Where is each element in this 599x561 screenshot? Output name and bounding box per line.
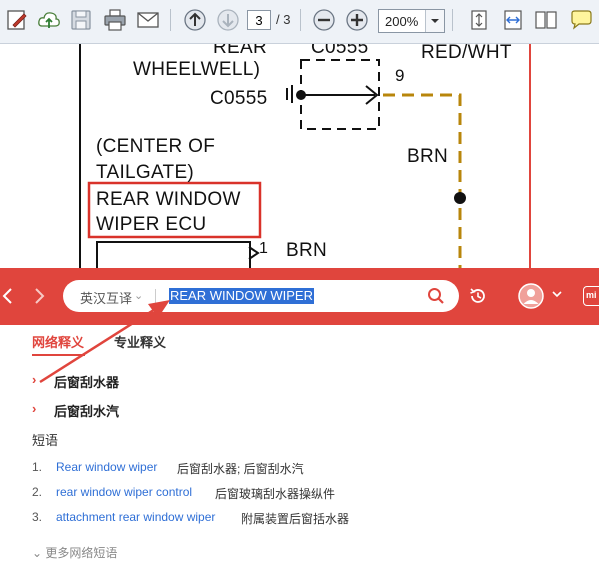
wiring-diagram	[79, 44, 531, 268]
mini-mode-button[interactable]: mi	[583, 286, 599, 306]
zoom-in-icon[interactable]	[344, 7, 370, 33]
search-box[interactable]: 英汉互译 ⌄ REAR WINDOW WIPER	[63, 280, 459, 312]
phrases-heading: 短语	[32, 433, 59, 448]
phrase-link[interactable]: Rear window wiper	[56, 460, 157, 474]
pdf-document-view[interactable]: REAR WHEELWELL) C0555 C0555 RED/WHT 9 (C…	[0, 44, 599, 268]
zoom-select[interactable]: 200%	[378, 9, 445, 33]
tab-professional-definitions[interactable]: 专业释义	[114, 332, 166, 351]
label-c0555-side: C0555	[210, 88, 268, 109]
page-number-input[interactable]: 3	[247, 10, 271, 30]
label-brn-right: BRN	[407, 146, 449, 167]
more-phrases-label: 更多网络短语	[45, 546, 118, 560]
language-mode-select[interactable]: 英汉互译	[80, 288, 132, 307]
dictionary-header: 英汉互译 ⌄ REAR WINDOW WIPER mi	[0, 268, 599, 325]
page-down-icon[interactable]	[215, 7, 241, 33]
search-icon[interactable]	[427, 287, 445, 305]
fit-width-icon[interactable]	[500, 7, 526, 33]
phrase-number: 1.	[32, 460, 43, 474]
label-rear: REAR	[213, 44, 267, 58]
upload-icon[interactable]	[36, 7, 62, 33]
chevron-down-icon[interactable]	[425, 10, 444, 32]
label-rear-window: REAR WINDOW	[96, 189, 241, 210]
phrase-number: 3.	[32, 510, 43, 524]
history-icon[interactable]	[468, 286, 488, 306]
chevron-right-icon: ›	[32, 401, 37, 416]
phrase-number: 2.	[32, 485, 43, 499]
result-tabs: 网络释义 专业释义	[0, 325, 599, 359]
page-total: / 3	[276, 12, 291, 27]
save-icon[interactable]	[68, 7, 94, 33]
forward-icon[interactable]	[30, 285, 50, 307]
back-icon[interactable]	[0, 285, 20, 307]
phrase-translation: 后窗刮水器; 后窗刮水汽	[177, 462, 304, 476]
label-tailgate: TAILGATE)	[96, 162, 195, 183]
tab-web-definitions[interactable]: 网络释义	[32, 332, 84, 351]
definition-text: 后窗刮水器	[54, 375, 120, 390]
definition-text: 后窗刮水汽	[54, 404, 120, 419]
chevron-down-icon[interactable]: ⌄	[134, 289, 143, 302]
label-c0555-top: C0555	[311, 44, 369, 58]
user-avatar-icon[interactable]	[518, 283, 544, 309]
zoom-value: 200%	[385, 14, 419, 29]
active-tab-indicator	[32, 354, 85, 356]
more-phrases-link[interactable]: ⌄ 更多网络短语	[32, 544, 117, 561]
dictionary-panel: 英汉互译 ⌄ REAR WINDOW WIPER mi 网络释义 专业释义 › …	[0, 268, 599, 560]
page-up-icon[interactable]	[182, 7, 208, 33]
phrase-translation: 附属装置后窗括水器	[241, 512, 350, 526]
label-red-wht: RED/WHT	[421, 44, 512, 63]
toolbar-separator	[452, 9, 453, 31]
label-wheelwell: WHEELWELL)	[133, 59, 261, 80]
label-pin-1: 1	[259, 240, 269, 257]
two-page-icon[interactable]	[533, 7, 559, 33]
pdf-toolbar: 3 / 3 200%	[0, 0, 599, 44]
search-input[interactable]: REAR WINDOW WIPER	[169, 288, 314, 304]
phrase-link[interactable]: attachment rear window wiper	[56, 510, 215, 524]
phrase-link[interactable]: rear window wiper control	[56, 485, 192, 499]
label-brn-bottom: BRN	[286, 240, 328, 261]
label-center-of: (CENTER OF	[96, 136, 216, 157]
chevron-down-icon: ⌄	[32, 546, 46, 560]
toolbar-separator	[300, 9, 301, 31]
label-wiper-ecu: WIPER ECU	[96, 214, 207, 235]
search-divider	[155, 289, 156, 303]
fit-page-icon[interactable]	[466, 7, 492, 33]
chevron-right-icon: ›	[32, 372, 37, 387]
phrase-translation: 后窗玻璃刮水器操纵件	[215, 487, 336, 501]
chevron-down-icon[interactable]	[551, 288, 563, 300]
print-icon[interactable]	[102, 7, 128, 33]
zoom-out-icon[interactable]	[311, 7, 337, 33]
email-icon[interactable]	[135, 7, 161, 33]
label-pin-9: 9	[395, 66, 405, 85]
edit-icon[interactable]	[4, 7, 30, 33]
toolbar-separator	[170, 9, 171, 31]
comment-icon[interactable]	[568, 7, 594, 33]
